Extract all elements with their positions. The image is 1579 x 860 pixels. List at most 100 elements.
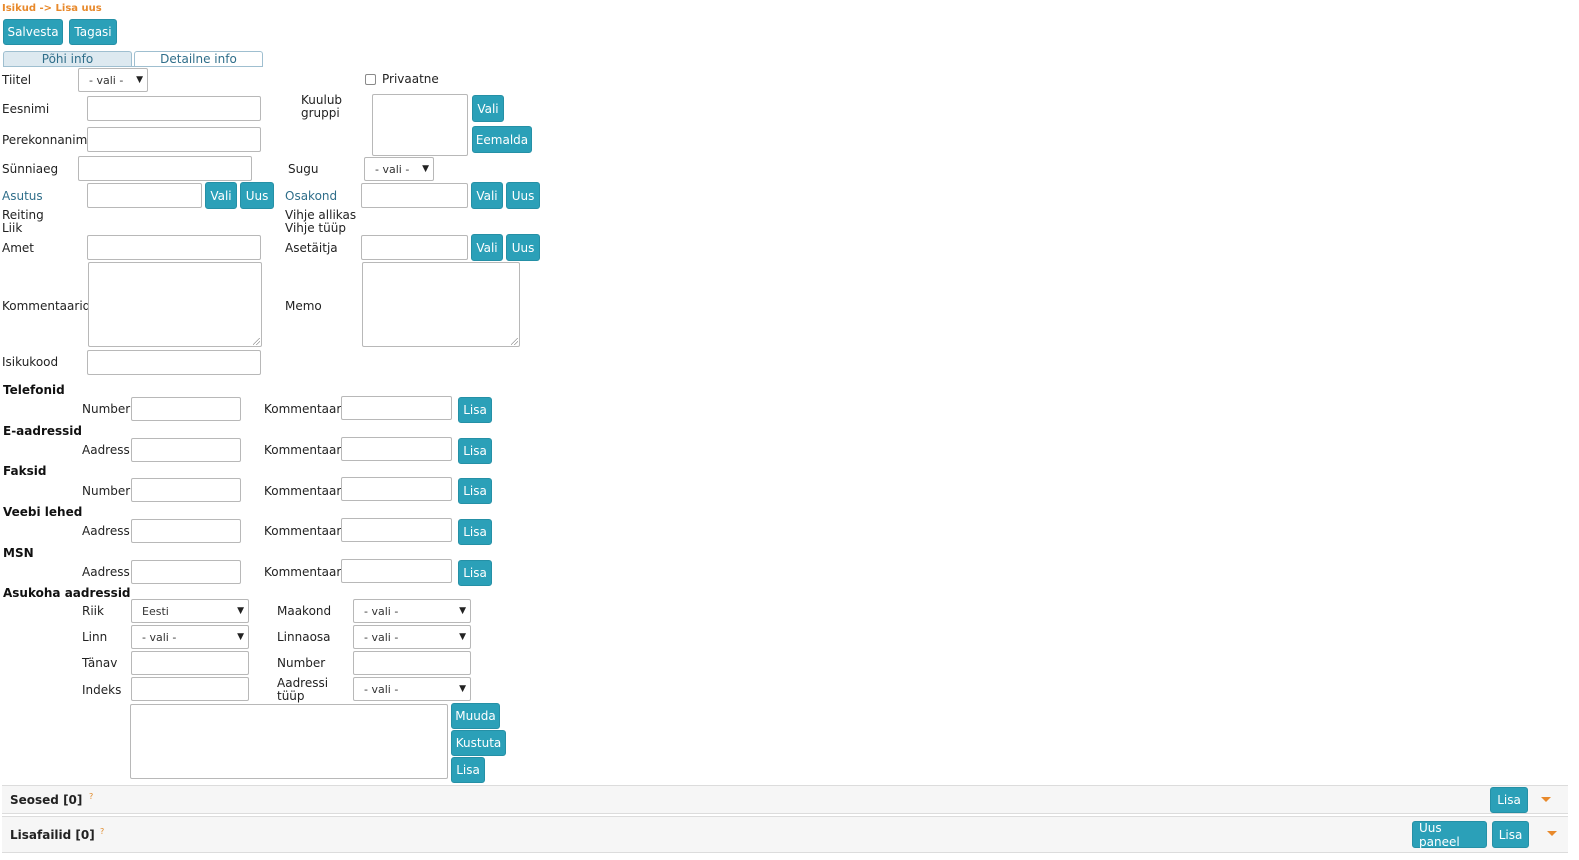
save-button[interactable]: Salvesta: [3, 19, 63, 45]
msn-comment-input[interactable]: [341, 559, 452, 583]
tab-basic-info[interactable]: Põhi info: [3, 51, 132, 67]
lastname-label: Perekonnanimi: [2, 133, 91, 147]
birthdate-input[interactable]: [78, 156, 252, 181]
resize-grip-icon[interactable]: [511, 338, 518, 345]
position-label: Amet: [2, 241, 34, 255]
breadcrumb[interactable]: Isikud -> Lisa uus: [2, 3, 102, 14]
country-select[interactable]: Eesti ▼: [131, 599, 249, 623]
emails-section-title: E-aadressid: [3, 424, 83, 438]
websites-address-label: Aadress: [82, 524, 130, 538]
dept-label[interactable]: Osakond: [285, 190, 337, 203]
attachments-panel-title[interactable]: Lisafailid [0]: [10, 828, 95, 842]
msn-add-button[interactable]: Lisa: [458, 560, 492, 586]
new-panel-button[interactable]: Uus paneel: [1412, 821, 1487, 849]
websites-comment-label: Kommentaar: [264, 524, 342, 538]
deputy-input[interactable]: [361, 235, 468, 260]
msn-address-input[interactable]: [131, 560, 241, 584]
tab-detail-info[interactable]: Detailne info: [134, 51, 263, 67]
county-select-value: - vali -: [364, 604, 399, 618]
back-button[interactable]: Tagasi: [69, 19, 117, 45]
emails-comment-label: Kommentaar: [264, 443, 342, 457]
emails-comment-input[interactable]: [341, 437, 452, 461]
msn-comment-label: Kommentaar: [264, 565, 342, 579]
title-select[interactable]: - vali - ▼: [78, 68, 148, 92]
chevron-down-icon[interactable]: [1547, 831, 1557, 836]
help-icon[interactable]: ?: [100, 827, 104, 836]
help-icon[interactable]: ?: [89, 792, 93, 801]
dept-input[interactable]: [361, 183, 468, 208]
position-input[interactable]: [87, 235, 261, 260]
deputy-label: Asetäitja: [285, 241, 338, 255]
websites-comment-input[interactable]: [341, 518, 452, 542]
websites-add-button[interactable]: Lisa: [458, 519, 492, 545]
faxes-comment-input[interactable]: [341, 477, 452, 501]
title-label: Tiitel: [2, 73, 32, 87]
city-label: Linn: [82, 630, 108, 644]
memo-textarea[interactable]: [362, 262, 520, 347]
relations-panel-title[interactable]: Seosed [0]: [10, 793, 82, 807]
phones-number-label: Number: [82, 402, 131, 416]
country-select-value: Eesti: [142, 604, 169, 618]
relations-add-button[interactable]: Lisa: [1490, 787, 1528, 813]
faxes-add-button[interactable]: Lisa: [458, 478, 492, 504]
county-label: Maakond: [277, 604, 332, 618]
msn-address-label: Aadress: [82, 565, 130, 579]
address-edit-button[interactable]: Muuda: [451, 703, 500, 729]
lead-type-label: Vihje tüüp: [285, 221, 346, 235]
idcode-input[interactable]: [87, 350, 261, 375]
chevron-down-icon: ▼: [459, 606, 466, 616]
group-choose-button[interactable]: Vali: [472, 95, 504, 122]
county-select[interactable]: - vali - ▼: [353, 599, 471, 623]
street-input[interactable]: [131, 651, 249, 675]
type-label: Liik: [2, 221, 23, 235]
deputy-choose-button[interactable]: Vali: [471, 234, 503, 261]
chevron-down-icon[interactable]: [1541, 797, 1551, 802]
faxes-comment-label: Kommentaar: [264, 484, 342, 498]
phones-section-title: Telefonid: [3, 383, 65, 397]
lastname-input[interactable]: [87, 127, 261, 152]
attachments-panel: Lisafailid [0] ? Uus paneel Lisa: [2, 816, 1568, 853]
housenumber-input[interactable]: [353, 651, 471, 675]
dept-new-button[interactable]: Uus: [506, 182, 540, 209]
city-select[interactable]: - vali - ▼: [131, 625, 249, 649]
phones-comment-input[interactable]: [341, 396, 452, 420]
group-remove-button[interactable]: Eemalda: [472, 126, 532, 153]
district-label: Linnaosa: [277, 630, 331, 644]
gender-select-value: - vali -: [375, 162, 410, 176]
comments-textarea[interactable]: [88, 262, 262, 347]
address-add-button[interactable]: Lisa: [451, 757, 485, 783]
address-listbox[interactable]: [130, 704, 448, 779]
resize-grip-icon[interactable]: [253, 338, 260, 345]
dept-choose-button[interactable]: Vali: [471, 182, 503, 209]
phones-add-button[interactable]: Lisa: [458, 397, 492, 423]
org-input[interactable]: [87, 183, 202, 208]
address-delete-button[interactable]: Kustuta: [451, 730, 506, 756]
phones-number-input[interactable]: [131, 397, 241, 421]
org-choose-button[interactable]: Vali: [205, 182, 237, 209]
firstname-label: Eesnimi: [2, 102, 50, 116]
index-label: Indeks: [82, 683, 122, 697]
msn-section-title: MSN: [3, 546, 34, 560]
firstname-input[interactable]: [87, 96, 261, 121]
deputy-new-button[interactable]: Uus: [506, 234, 540, 261]
org-new-button[interactable]: Uus: [240, 182, 274, 209]
emails-address-input[interactable]: [131, 438, 241, 462]
addr-type-select[interactable]: - vali - ▼: [353, 677, 471, 701]
district-select[interactable]: - vali - ▼: [353, 625, 471, 649]
websites-address-input[interactable]: [131, 519, 241, 543]
title-select-value: - vali -: [89, 73, 124, 87]
gender-select[interactable]: - vali - ▼: [364, 157, 434, 181]
gender-label: Sugu: [288, 162, 319, 176]
city-select-value: - vali -: [142, 630, 177, 644]
group-listbox[interactable]: [372, 94, 468, 156]
district-select-value: - vali -: [364, 630, 399, 644]
private-checkbox[interactable]: [365, 74, 376, 85]
chevron-down-icon: ▼: [237, 632, 244, 642]
faxes-number-input[interactable]: [131, 478, 241, 502]
emails-add-button[interactable]: Lisa: [458, 438, 492, 464]
attachments-add-button[interactable]: Lisa: [1492, 821, 1529, 848]
emails-address-label: Aadress: [82, 443, 130, 457]
org-label[interactable]: Asutus: [2, 190, 43, 203]
private-label: Privaatne: [382, 72, 439, 86]
index-input[interactable]: [131, 677, 249, 701]
